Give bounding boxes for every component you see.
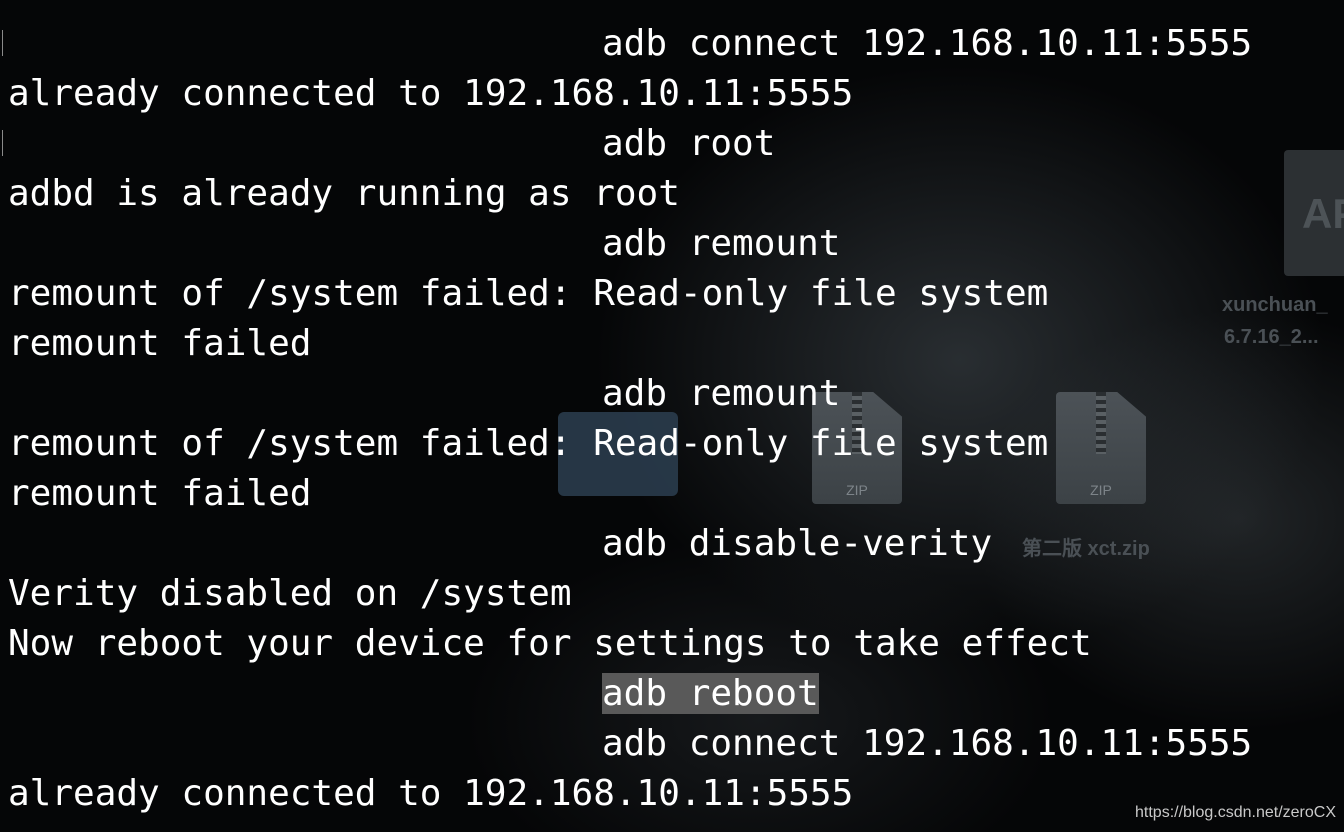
left-margin-marker: [2, 130, 3, 156]
selected-command-text[interactable]: adb reboot: [602, 673, 819, 714]
command-text[interactable]: adb root: [602, 123, 775, 164]
apk-file-icon[interactable]: AP: [1284, 150, 1344, 276]
output-text[interactable]: Verity disabled on /system: [8, 573, 572, 614]
output-line[interactable]: remount failed: [8, 469, 1252, 519]
command-text[interactable]: adb disable-verity: [602, 523, 992, 564]
left-margin-marker: [2, 30, 3, 56]
output-text[interactable]: already connected to 192.168.10.11:5555: [8, 773, 853, 814]
apk-badge: AP: [1302, 190, 1344, 237]
command-line[interactable]: adb connect 192.168.10.11:5555: [8, 19, 1252, 69]
command-line[interactable]: adb reboot: [8, 669, 1252, 719]
command-line[interactable]: adb remount: [8, 369, 1252, 419]
output-text[interactable]: remount of /system failed: Read-only fil…: [8, 423, 1048, 464]
output-text[interactable]: remount of /system failed: Read-only fil…: [8, 273, 1048, 314]
terminal-window[interactable]: ZIP ZIP 第二版 xct.zip AP xunchuan_ 6.7.16_…: [0, 0, 1344, 832]
command-text[interactable]: adb connect 192.168.10.11:5555: [602, 23, 1252, 64]
output-text[interactable]: remount failed: [8, 473, 311, 514]
output-line[interactable]: remount failed: [8, 319, 1252, 369]
command-text[interactable]: adb remount: [602, 373, 840, 414]
command-line[interactable]: adb connect 192.168.10.11:5555: [8, 719, 1252, 769]
output-line[interactable]: remount of /system failed: Read-only fil…: [8, 419, 1252, 469]
output-line[interactable]: Verity disabled on /system: [8, 569, 1252, 619]
output-line[interactable]: already connected to 192.168.10.11:5555: [8, 769, 1252, 819]
output-text[interactable]: Now reboot your device for settings to t…: [8, 623, 1092, 664]
output-line[interactable]: Now reboot your device for settings to t…: [8, 619, 1252, 669]
output-text[interactable]: remount failed: [8, 323, 311, 364]
output-line[interactable]: already connected to 192.168.10.11:5555: [8, 69, 1252, 119]
terminal-output[interactable]: adb connect 192.168.10.11:5555 already co…: [8, 0, 1252, 814]
output-text[interactable]: already connected to 192.168.10.11:5555: [8, 73, 853, 114]
output-line[interactable]: remount of /system failed: Read-only fil…: [8, 269, 1252, 319]
command-text[interactable]: adb connect 192.168.10.11:5555: [602, 723, 1252, 764]
output-line[interactable]: adbd is already running as root: [8, 169, 1252, 219]
command-line[interactable]: adb disable-verity: [8, 519, 1252, 569]
command-line[interactable]: adb remount: [8, 219, 1252, 269]
command-text[interactable]: adb remount: [602, 223, 840, 264]
command-line[interactable]: adb root: [8, 119, 1252, 169]
watermark: https://blog.csdn.net/zeroCX: [1135, 804, 1336, 821]
output-text[interactable]: adbd is already running as root: [8, 173, 680, 214]
